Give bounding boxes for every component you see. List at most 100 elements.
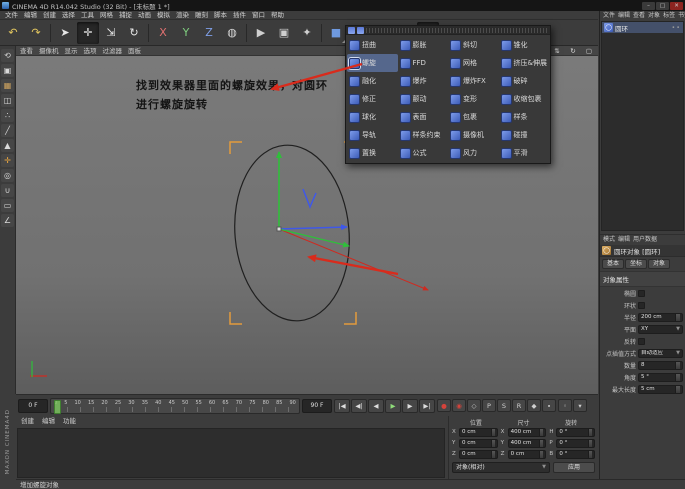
coordinate-field[interactable]: 0 cm bbox=[507, 449, 547, 459]
stepper-handle[interactable] bbox=[675, 361, 680, 369]
attribute-number-field[interactable]: 200 cm bbox=[638, 312, 683, 322]
coordinate-field[interactable]: 400 cm bbox=[507, 438, 547, 448]
record-pla-button[interactable]: ∙ bbox=[542, 399, 556, 412]
deformer-item-displacer[interactable]: 置换 bbox=[347, 144, 398, 162]
deformer-item-explosion-fx[interactable]: 爆炸FX bbox=[448, 72, 499, 90]
deformer-menu-header[interactable] bbox=[346, 26, 550, 35]
snap-toggle-icon[interactable]: ◦ bbox=[558, 399, 572, 412]
keyframe-selection-button[interactable]: ◇ bbox=[467, 399, 481, 412]
menubar-item[interactable]: 窗口 bbox=[252, 11, 265, 19]
viewport-rotate-icon[interactable]: ↻ bbox=[568, 46, 578, 55]
enable-snap-icon[interactable]: ∪ bbox=[1, 184, 14, 197]
deformer-item-camera[interactable]: 摄像机 bbox=[448, 126, 499, 144]
deformer-item-shear[interactable]: 斜切 bbox=[448, 36, 499, 54]
viewport-menu-item[interactable]: 面板 bbox=[128, 46, 141, 55]
menubar-item[interactable]: 文件 bbox=[5, 11, 18, 19]
move-tool-icon[interactable]: ✛ bbox=[77, 21, 99, 44]
object-manager-menu-item[interactable]: 编辑 bbox=[618, 11, 630, 21]
menubar-item[interactable]: 渲染 bbox=[176, 11, 189, 19]
menubar-item[interactable]: 插件 bbox=[233, 11, 246, 19]
deformer-item-shatter[interactable]: 破碎 bbox=[499, 72, 550, 90]
render-picture-viewer-icon[interactable]: ▣ bbox=[273, 22, 295, 44]
object-manager-menu-item[interactable]: 书签 bbox=[678, 11, 685, 21]
material-menu-item[interactable]: 功能 bbox=[63, 416, 76, 427]
deformer-item-smoothing[interactable]: 平滑 bbox=[499, 144, 550, 162]
object-row-circle[interactable]: ◯ 圆环 ∙∙ bbox=[602, 22, 683, 33]
go-to-end-button[interactable]: ▶| bbox=[419, 398, 435, 413]
viewport-menu-item[interactable]: 选项 bbox=[84, 46, 97, 55]
previous-key-button[interactable]: ◀| bbox=[351, 398, 367, 413]
minimize-button[interactable]: – bbox=[642, 1, 655, 10]
add-primitive-icon[interactable]: ■ bbox=[325, 22, 347, 44]
points-mode-icon[interactable]: ∴ bbox=[1, 109, 14, 122]
viewport-toggle-icon[interactable]: ▢ bbox=[584, 46, 594, 55]
coordinate-field[interactable]: 0 cm bbox=[459, 427, 498, 437]
play-button[interactable]: ▶ bbox=[385, 398, 401, 413]
stepper-handle[interactable] bbox=[588, 439, 593, 447]
attribute-dropdown[interactable]: XY ▼ bbox=[638, 324, 683, 334]
menubar-item[interactable]: 模拟 bbox=[157, 11, 170, 19]
workplane-mode-icon[interactable]: ◫ bbox=[1, 94, 14, 107]
coordinate-field[interactable]: 0 cm bbox=[459, 449, 498, 459]
deformer-item-jiggle[interactable]: 颤动 bbox=[398, 90, 449, 108]
previous-frame-button[interactable]: ◀ bbox=[368, 398, 384, 413]
menubar-item[interactable]: 创建 bbox=[43, 11, 56, 19]
lock-x-axis-icon[interactable]: X bbox=[152, 22, 174, 44]
deformer-item-wrap[interactable]: 包裹 bbox=[448, 108, 499, 126]
menubar-item[interactable]: 动画 bbox=[138, 11, 151, 19]
viewport-menu-item[interactable]: 过滤器 bbox=[103, 46, 123, 55]
material-menu-item[interactable]: 创建 bbox=[21, 416, 34, 427]
render-settings-icon[interactable]: ✦ bbox=[296, 22, 318, 44]
plane-handle[interactable] bbox=[302, 188, 317, 209]
make-editable-icon[interactable]: ⟲ bbox=[1, 49, 14, 62]
deformer-item-taper[interactable]: 锥化 bbox=[499, 36, 550, 54]
attribute-checkbox[interactable] bbox=[638, 301, 645, 309]
timeline-ruler[interactable]: 051015202530354045505560657075808590 bbox=[50, 397, 300, 414]
material-list-area[interactable] bbox=[17, 428, 445, 478]
record-rotation-button[interactable]: R bbox=[512, 399, 526, 412]
gizmo-center-handle[interactable] bbox=[276, 226, 282, 232]
attribute-tab[interactable]: 坐标 bbox=[625, 259, 648, 269]
edges-mode-icon[interactable]: ╱ bbox=[1, 124, 14, 137]
lock-y-axis-icon[interactable]: Y bbox=[175, 22, 197, 44]
live-selection-icon[interactable]: ➤ bbox=[54, 22, 76, 44]
render-view-icon[interactable]: ▶ bbox=[250, 22, 272, 44]
viewport-menu-item[interactable]: 查看 bbox=[20, 46, 33, 55]
deformer-item-wind[interactable]: 风力 bbox=[448, 144, 499, 162]
deformer-item-ffd[interactable]: FFD bbox=[398, 54, 449, 72]
coordinate-mode-dropdown[interactable]: 对象(相对) ▼ bbox=[452, 462, 550, 473]
deformer-item-surface[interactable]: 表面 bbox=[398, 108, 449, 126]
object-manager-menu-item[interactable]: 查看 bbox=[633, 11, 645, 21]
material-menu-item[interactable]: 编辑 bbox=[42, 416, 55, 427]
object-manager-menu-item[interactable]: 文件 bbox=[603, 11, 615, 21]
enable-axis-icon[interactable]: ✛ bbox=[1, 154, 14, 167]
drag-grip[interactable] bbox=[366, 27, 548, 33]
close-button[interactable]: ✕ bbox=[670, 1, 683, 10]
deformer-item-explosion[interactable]: 爆炸 bbox=[398, 72, 449, 90]
lock-z-axis-icon[interactable]: Z bbox=[198, 22, 220, 44]
go-to-start-button[interactable]: |◀ bbox=[334, 398, 350, 413]
menubar-item[interactable]: 帮助 bbox=[271, 11, 284, 19]
stepper-handle[interactable] bbox=[675, 373, 680, 381]
menubar-item[interactable]: 工具 bbox=[81, 11, 94, 19]
stepper-handle[interactable] bbox=[675, 313, 680, 321]
stepper-handle[interactable] bbox=[588, 450, 593, 458]
object-properties-group[interactable]: 对象属性 bbox=[600, 271, 685, 287]
model-mode-icon[interactable]: ▣ bbox=[1, 64, 14, 77]
attribute-checkbox[interactable] bbox=[638, 289, 645, 297]
record-position-button[interactable]: P bbox=[482, 399, 496, 412]
viewport-menu-item[interactable]: 摄像机 bbox=[39, 46, 59, 55]
coordinate-field[interactable]: 0 cm bbox=[459, 438, 498, 448]
viewport-menu-item[interactable]: 显示 bbox=[65, 46, 78, 55]
gizmo-axis-z[interactable] bbox=[278, 224, 348, 231]
undo-icon[interactable]: ↶ bbox=[2, 22, 24, 44]
deformer-item-spline-rail[interactable]: 导轨 bbox=[347, 126, 398, 144]
attribute-number-field[interactable]: 8 bbox=[638, 360, 683, 370]
deformer-item-twist[interactable]: 螺旋 bbox=[347, 54, 398, 72]
attribute-manager-menu-item[interactable]: 用户数据 bbox=[633, 235, 657, 245]
attribute-dropdown[interactable]: 自动适应 ▼ bbox=[638, 348, 683, 358]
workplane-lock-icon[interactable]: ▭ bbox=[1, 199, 14, 212]
menubar-item[interactable]: 选择 bbox=[62, 11, 75, 19]
deformer-item-morph[interactable]: 变形 bbox=[448, 90, 499, 108]
attribute-tab[interactable]: 对象 bbox=[648, 259, 671, 269]
